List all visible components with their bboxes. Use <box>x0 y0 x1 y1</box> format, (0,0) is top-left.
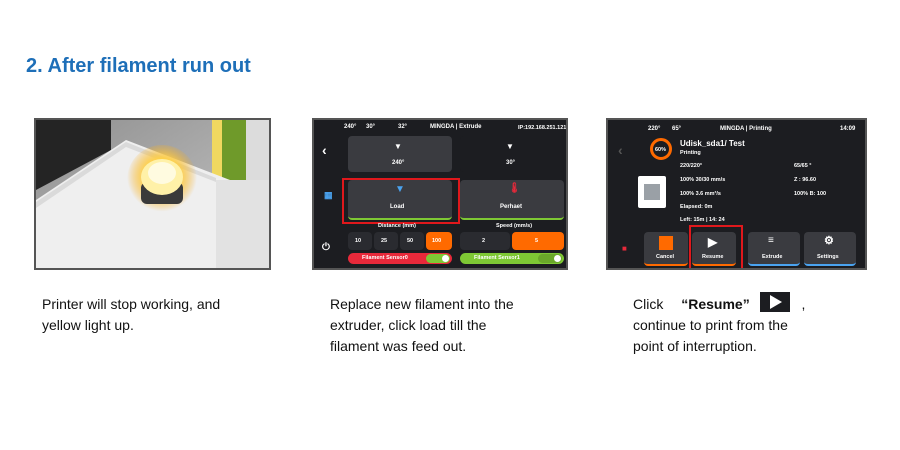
back-icon[interactable]: ‹ <box>322 142 327 158</box>
progress-ring: 60% <box>650 138 672 160</box>
filament-sensor0: Filament Sensor0 <box>348 253 452 264</box>
extrude-screen: 240° 30° 32° MINGDA | Extrude IP:192.168… <box>312 118 568 270</box>
play-icon <box>759 292 790 313</box>
stat-left: Left: 15m | 14: 24 <box>680 217 725 223</box>
status-temp1: 240° <box>344 124 357 130</box>
file-name: Udisk_sda1/ Test <box>680 139 745 148</box>
bed-icon: ▼ <box>506 142 514 151</box>
speed-2[interactable]: 2 <box>460 232 510 250</box>
cancel-button[interactable]: Cancel <box>644 232 688 266</box>
sensor0-toggle[interactable] <box>426 254 450 263</box>
preheat-label: Perhaet <box>500 204 523 210</box>
caption-step2-line2: extruder, click load till the <box>330 317 487 333</box>
stat-fan: 100% B: 100 <box>794 191 827 197</box>
stat-nozzle: 220/220° <box>680 163 703 169</box>
status-ip: IP:192.168.251.121 <box>518 125 567 131</box>
settings-button[interactable]: ⚙ Settings <box>804 232 856 266</box>
cube-icon <box>644 184 660 200</box>
speed-label: Speed (mm/s) <box>496 223 533 229</box>
stat-elapsed: Elapsed: 0m <box>680 204 713 210</box>
status-temp3: 32° <box>398 124 408 130</box>
distance-50[interactable]: 50 <box>400 232 424 250</box>
caption-step2: Replace new filament into the extruder, … <box>330 294 570 357</box>
sensor1-toggle[interactable] <box>538 254 562 263</box>
preheat-button[interactable]: 🌡 Perhaet <box>460 180 564 220</box>
model-thumbnail <box>638 176 666 208</box>
highlight-load <box>342 178 460 224</box>
printing-screen: 220° 65° MINGDA | Printing 14:09 ‹ 60% U… <box>606 118 867 270</box>
extrude-button[interactable]: ≡ Extrude <box>748 232 800 266</box>
progress-text: 60% <box>655 147 667 153</box>
caption-step2-line3: filament was feed out. <box>330 338 467 354</box>
sliders-icon: ≡ <box>768 235 774 246</box>
status-title: MINGDA | Printing <box>720 126 772 132</box>
gear-icon: ⚙ <box>824 235 834 247</box>
status-temp1: 220° <box>648 126 661 132</box>
back-icon[interactable]: ‹ <box>618 142 623 158</box>
nozzle-icon: ▼ <box>394 142 402 151</box>
distance-label: Distance (mm) <box>378 223 416 229</box>
caption-step1-line2: yellow light up. <box>42 317 134 333</box>
bed-temp-value: 30° <box>506 160 516 166</box>
thermometer-icon: 🌡 <box>508 183 521 194</box>
status-temp2: 65° <box>672 126 682 132</box>
stat-bed: 65/65 ° <box>794 163 812 169</box>
alert-icon: ■ <box>622 244 627 253</box>
caption-step2-line1: Replace new filament into the <box>330 296 514 312</box>
caption-step3-line2: continue to print from the <box>633 317 788 333</box>
caption-step3-line3: point of interruption. <box>633 338 757 354</box>
speed-5[interactable]: 5 <box>512 232 564 250</box>
filament-sensor1: Filament Sensor1 <box>460 253 564 264</box>
print-state: Printing <box>680 150 701 156</box>
status-title: MINGDA | Extrude <box>430 124 482 130</box>
nozzle-temp-value: 240° <box>392 160 405 166</box>
printer-photo <box>36 120 269 268</box>
distance-25[interactable]: 25 <box>374 232 398 250</box>
stat-speed: 100% 30/30 mm/s <box>680 177 726 183</box>
stat-z: Z : 96.60 <box>794 177 817 183</box>
status-temp2: 30° <box>366 124 376 130</box>
grid-icon[interactable]: ▦ <box>324 190 333 201</box>
stop-icon <box>659 236 673 250</box>
photo-printer-light <box>34 118 271 270</box>
bed-temp-tile[interactable]: ▼ 30° <box>460 136 564 172</box>
caption-step3: Click “Resume” , continue to print from … <box>633 292 883 357</box>
page-title: 2. After filament run out <box>26 55 251 77</box>
caption-click: Click <box>633 296 664 312</box>
caption-resume: “Resume” <box>681 296 750 312</box>
caption-step1-line1: Printer will stop working, and <box>42 296 221 312</box>
power-icon[interactable]: ⏻ <box>322 242 330 253</box>
status-time: 14:09 <box>840 126 856 132</box>
distance-10[interactable]: 10 <box>348 232 372 250</box>
stat-flow: 100% 3.6 mm³/s <box>680 191 721 197</box>
highlight-resume <box>689 225 743 268</box>
distance-100[interactable]: 100 <box>426 232 452 250</box>
caption-step1: Printer will stop working, and yellow li… <box>42 294 282 336</box>
nozzle-temp-tile[interactable]: ▼ 240° <box>348 136 452 172</box>
caption-comma: , <box>801 296 806 312</box>
